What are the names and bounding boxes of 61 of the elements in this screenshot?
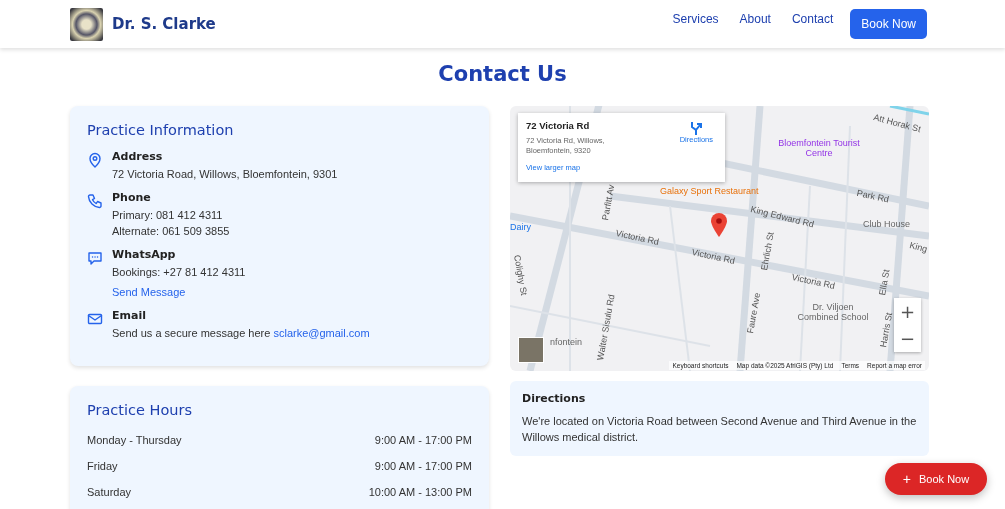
map-label: Park Rd — [855, 188, 890, 205]
nav-link[interactable]: About — [739, 12, 771, 26]
card-heading: Practice Hours — [87, 402, 193, 418]
map-label: Parfitt Av — [600, 183, 617, 221]
item-label: Address — [112, 150, 164, 163]
book-now-button[interactable]: Book Now — [850, 9, 927, 39]
zoom-in-button[interactable]: + — [894, 298, 921, 325]
map-label: Victoria Rd — [690, 247, 736, 266]
day-text: Monday - Thursday — [87, 434, 182, 446]
time-text: 9:00 AM - 17:00 PM — [374, 434, 472, 446]
map-label: Att Horak St — [872, 112, 922, 135]
chat-icon — [87, 250, 103, 266]
item-label: Phone — [112, 191, 152, 204]
directions-text: We're located on Victoria Road between Second Avenue and Third Avenue in the Willows medical district. — [522, 414, 917, 445]
map-label: Bloemfontein Tourist Centre — [778, 138, 860, 158]
item-label: WhatsApp — [112, 248, 177, 261]
map-label: Victoria Rd — [790, 272, 836, 291]
item-text: Send us a secure message here sclarke@gmail.com — [112, 326, 370, 341]
map-label: Galaxy Sport Restaurant — [660, 186, 759, 196]
map-label: Victoria Rd — [614, 228, 660, 247]
map-label: Faure Ave — [745, 292, 763, 334]
item-text: Bookings: +27 81 412 4311 — [112, 265, 246, 280]
canal-line — [889, 106, 929, 116]
map-label: Dairy — [510, 222, 531, 232]
item-text: Alternate: 061 509 3855 — [112, 224, 230, 239]
email-link[interactable]: sclarke@gmail.com — [273, 327, 370, 339]
satellite-thumbnail[interactable] — [518, 337, 544, 363]
card-heading: Directions — [522, 392, 587, 405]
page-title: Contact Us — [437, 62, 568, 86]
location-pin-icon — [87, 152, 103, 168]
map-label: King — [908, 240, 929, 255]
map-label: Dr. Viljoen Combined School — [796, 302, 870, 322]
map-label: Ella St — [877, 268, 892, 296]
item-label: Email — [112, 309, 147, 322]
phone-icon — [87, 193, 103, 209]
day-text: Friday — [87, 460, 118, 472]
zoom-out-button[interactable]: − — [894, 325, 921, 352]
time-text: 10:00 AM - 13:00 PM — [368, 486, 472, 498]
item-text: Primary: 081 412 4311 — [112, 208, 224, 223]
nav-link[interactable]: Contact — [791, 12, 834, 26]
brand-name[interactable]: Dr. S. Clarke — [112, 15, 216, 33]
map-label: King Edward Rd — [749, 204, 816, 230]
envelope-icon — [87, 311, 103, 327]
map-label: nfontein — [550, 337, 583, 347]
day-text: Saturday — [87, 486, 132, 498]
map-label: Ehrlich St — [759, 231, 776, 271]
street-map-drawing[interactable] — [510, 106, 929, 371]
send-message-link[interactable]: Send Message — [112, 284, 246, 300]
map-pin-icon — [710, 212, 728, 238]
book-now-button[interactable]: + Book Now — [885, 463, 987, 495]
item-text: 72 Victoria Road, Willows, Bloemfontein, 9301 — [112, 167, 338, 182]
nav-link[interactable]: Services — [672, 12, 719, 26]
logo-image — [70, 7, 103, 41]
time-text: 9:00 AM - 17:00 PM — [374, 460, 472, 472]
map-label: Club House — [863, 219, 911, 229]
directions-icon — [689, 121, 704, 135]
card-heading: Practice Information — [87, 122, 235, 138]
map-label: Harris St — [878, 311, 895, 348]
map-label: Colighy St — [512, 254, 530, 297]
place-title: 72 Victoria Rd — [526, 120, 590, 131]
map-label: Walter Sisulu Rd — [595, 293, 617, 361]
